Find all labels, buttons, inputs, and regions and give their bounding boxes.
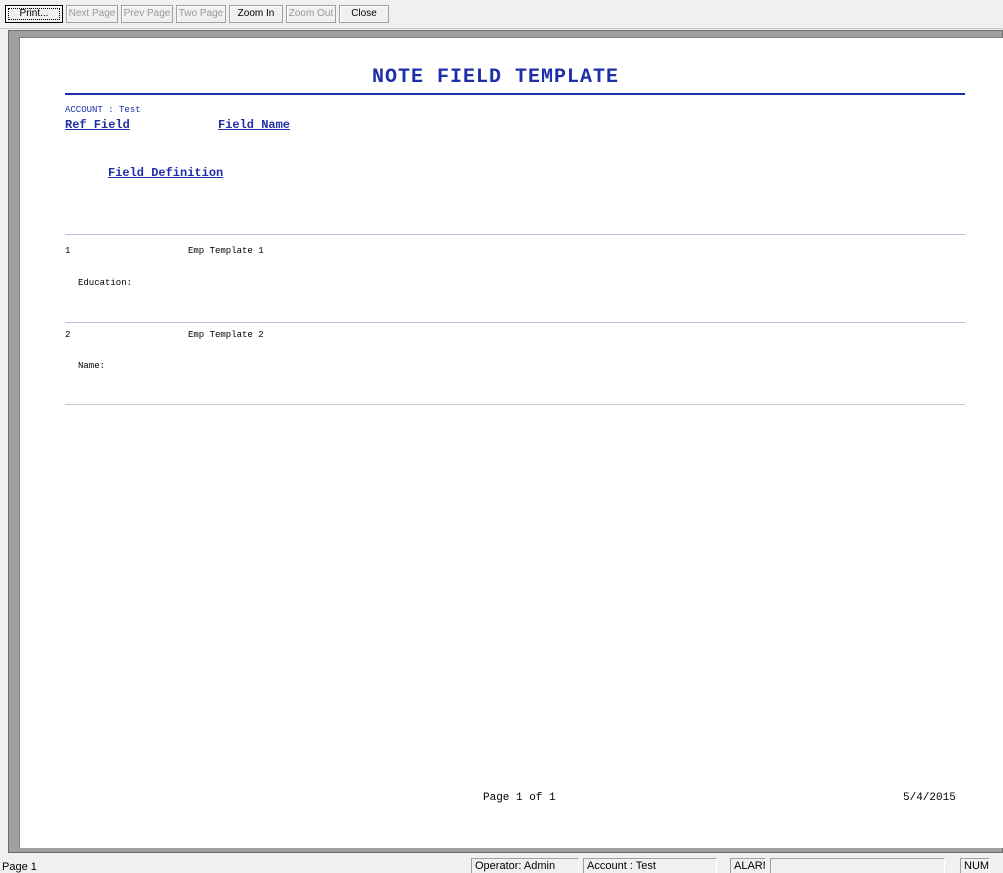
status-num: NUM <box>960 858 990 873</box>
row-1-definition: Education: <box>78 278 133 288</box>
status-page: Page 1 <box>2 861 37 873</box>
prev-page-button[interactable]: Prev Page <box>121 5 173 23</box>
row-separator <box>65 234 965 235</box>
row-2-ref: 2 <box>65 330 71 340</box>
row-1-ref: 1 <box>65 246 71 256</box>
header-field-name: Field Name <box>218 118 291 132</box>
row-separator <box>65 404 965 405</box>
page-number: Page 1 of 1 <box>483 792 556 804</box>
next-page-button[interactable]: Next Page <box>66 5 118 23</box>
row-2-name: Emp Template 2 <box>188 330 264 340</box>
header-field-definition: Field Definition <box>108 166 224 180</box>
print-preview-area[interactable]: NOTE FIELD TEMPLATE ACCOUNT : Test Ref F… <box>8 30 1003 853</box>
row-2-definition: Name: <box>78 361 106 371</box>
account-line: ACCOUNT : Test <box>65 105 141 115</box>
close-button[interactable]: Close <box>339 5 389 23</box>
two-page-button[interactable]: Two Page <box>176 5 226 23</box>
header-ref-field: Ref Field <box>65 118 130 132</box>
report-date: 5/4/2015 <box>903 792 956 804</box>
report-page: NOTE FIELD TEMPLATE ACCOUNT : Test Ref F… <box>19 37 1003 848</box>
title-underline <box>65 93 965 95</box>
status-account: Account : Test <box>583 858 717 873</box>
row-1-name: Emp Template 1 <box>188 246 264 256</box>
status-bar: Page 1 Operator: Admin Account : Test AL… <box>0 855 1003 873</box>
status-operator: Operator: Admin <box>471 858 579 873</box>
zoom-out-button[interactable]: Zoom Out <box>286 5 336 23</box>
report-title: NOTE FIELD TEMPLATE <box>372 66 620 89</box>
row-separator <box>65 322 965 323</box>
print-button[interactable]: Print... <box>5 5 63 23</box>
zoom-in-button[interactable]: Zoom In <box>229 5 283 23</box>
status-alarm: ALARM <box>730 858 766 873</box>
status-empty-panel <box>770 858 945 873</box>
preview-toolbar: Print... Next Page Prev Page Two Page Zo… <box>0 0 1003 29</box>
